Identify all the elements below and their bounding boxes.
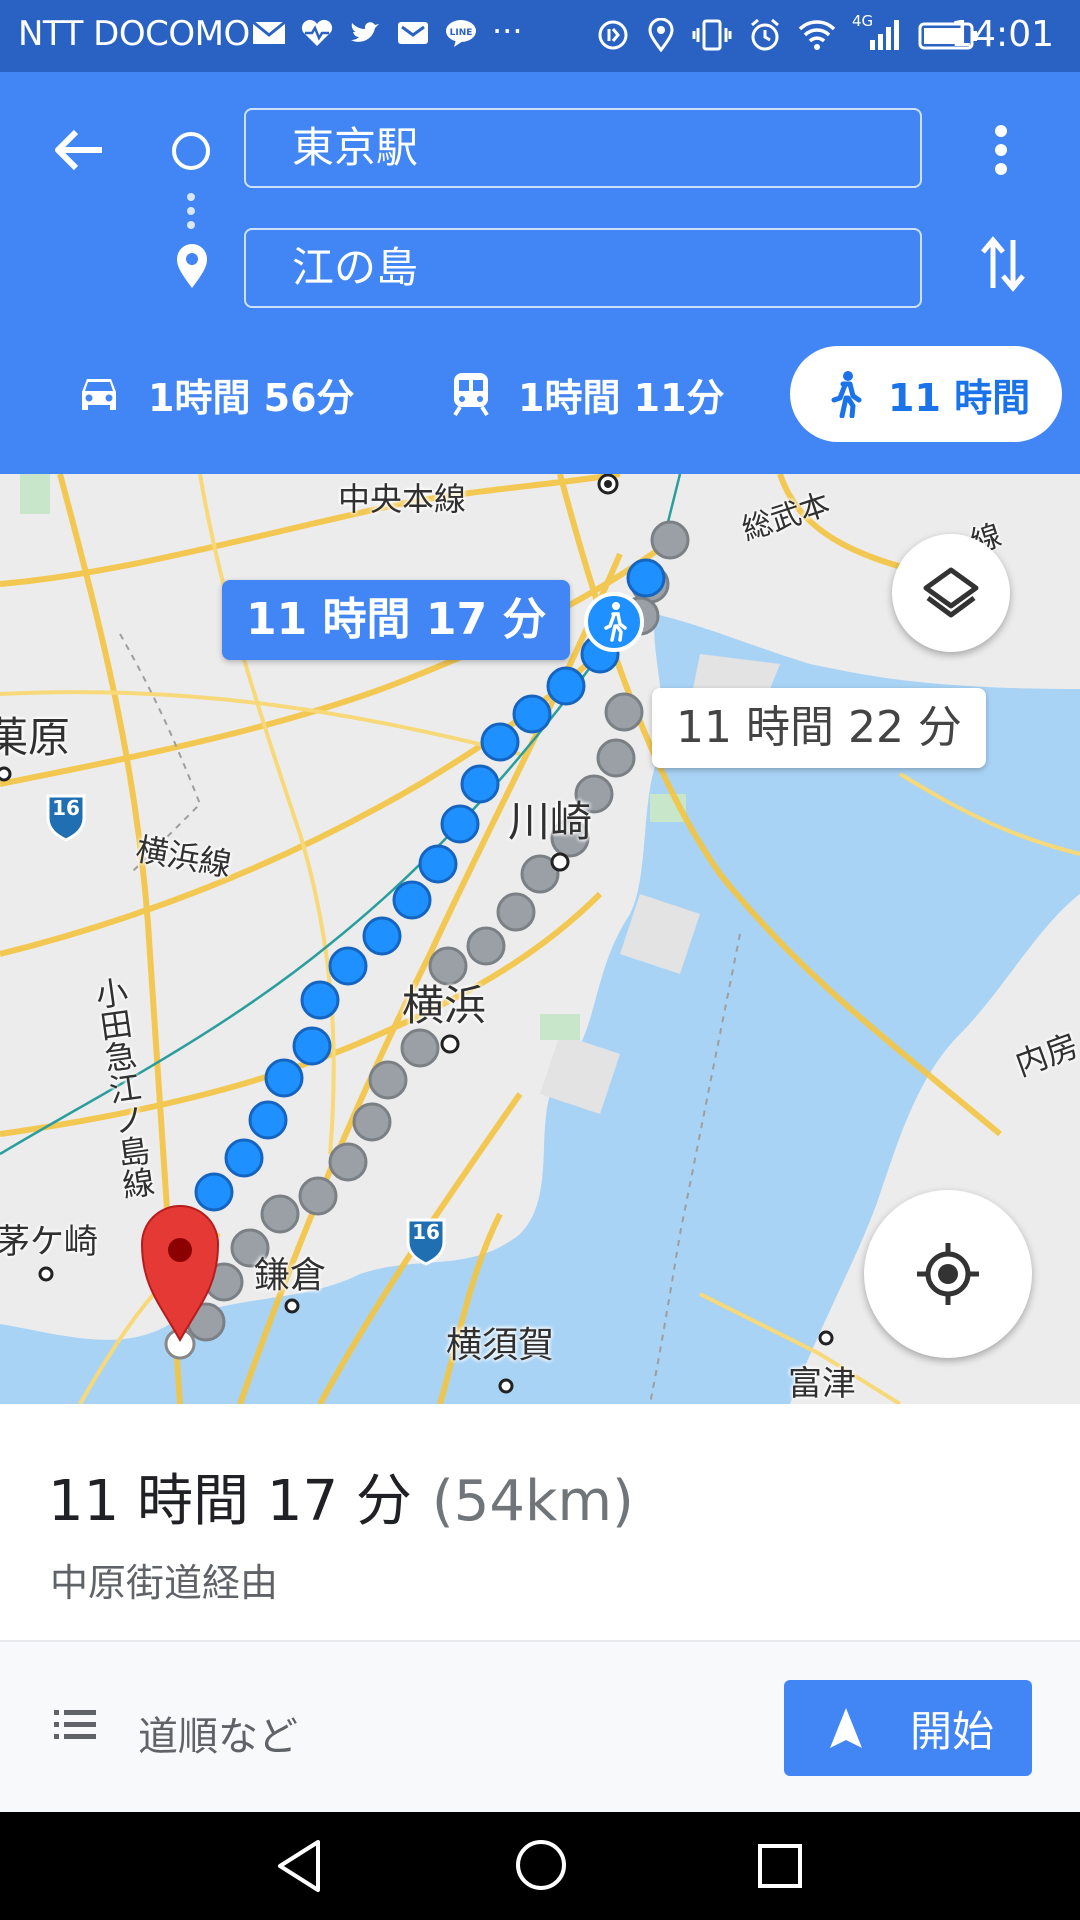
mode-walk-tab[interactable]: 11 時間 [790,346,1062,442]
map-label-chigasaki: 茅ケ崎 [0,1222,98,1262]
navigation-arrow-icon [830,1708,862,1748]
directions-header: 東京駅 江の島 1時間 56分 1時間 11分 11 時間 [0,72,1080,474]
mode-transit-duration: 1時間 11分 [518,375,725,420]
notification-icons: LINE ··· [252,12,523,50]
map-label-yokohama: 横浜 [402,981,487,1030]
route-duration: 11 時間 17 分 [48,1469,412,1534]
layers-button[interactable] [892,534,1010,652]
start-navigation-button[interactable]: 開始 [784,1680,1032,1776]
route-dots-icon [187,193,195,229]
origin-circle-icon [172,132,210,170]
nav-recents-icon[interactable] [756,1842,804,1890]
health-icon [301,19,333,46]
more-notifications: ··· [492,12,523,50]
map-label-hara: 菓原 [0,713,71,762]
car-icon [82,379,116,410]
vibrate-icon [692,19,732,51]
primary-route-callout[interactable]: 11 時間 17 分 [222,580,571,660]
location-icon [648,18,674,52]
steps-label[interactable]: 道順など [138,1704,298,1762]
list-icon [54,1710,96,1739]
my-location-icon [917,1243,979,1305]
start-label: 開始 [910,1706,995,1756]
layers-icon [923,567,979,618]
route-16-label-b: 16 [412,1220,440,1244]
alarm-icon [751,18,779,51]
alternate-route-callout[interactable]: 11 時間 22 分 [652,688,986,768]
back-arrow-icon[interactable] [52,128,104,172]
route-via: 中原街道経由 [50,1561,279,1605]
map-label-chuo-line: 中央本線 [338,480,467,518]
my-location-button[interactable] [864,1190,1032,1358]
map-label-kawasaki: 川崎 [508,797,593,846]
map-label-kamakura: 鎌倉 [254,1255,327,1296]
nav-back-icon[interactable] [274,1838,324,1894]
twitter-icon [351,22,379,42]
system-icons: 4G [596,12,980,52]
walk-icon [831,371,862,418]
svg-text:LINE: LINE [450,28,473,38]
more-options-icon[interactable] [988,124,1014,176]
wifi-icon [798,20,836,50]
route-distance: (54km) [431,1469,634,1534]
status-bar: NTT DOCOMO LINE ··· 4G 14:01 [0,0,1080,72]
mode-transit-tab[interactable]: 1時間 11分 [450,346,725,442]
mode-walk-duration: 11 時間 [888,375,1031,420]
map-label-futtsu: 富津 [788,1364,856,1404]
train-icon [453,373,489,417]
mode-drive-duration: 1時間 56分 [148,375,355,420]
signal-icon [870,20,899,50]
route-duration-row: 11 時間 17 分 (54km) [48,1456,634,1537]
mail-icon [252,20,286,44]
nav-home-icon[interactable] [514,1838,568,1892]
data-saver-icon [598,20,628,50]
map-view[interactable]: 16 16 中央本線 総武本 線 菓原 横浜線 川崎 横浜 小田急江ノ島線 茅ケ… [0,474,1080,1404]
destination-pin-icon [177,244,207,288]
route-16-label-a: 16 [52,796,80,820]
clock: 14:01 [950,14,1054,55]
mode-drive-tab[interactable]: 1時間 56分 [76,346,355,442]
action-bar: 道順など 開始 [0,1640,1080,1812]
route-summary[interactable]: 11 時間 17 分 (54km) 中原街道経由 [0,1404,1080,1640]
origin-input[interactable]: 東京駅 [244,108,922,188]
destination-input[interactable]: 江の島 [244,228,922,308]
signal-strength: 4G [852,12,902,52]
system-nav-bar [0,1812,1080,1920]
map-label-yokosuka: 横須賀 [446,1325,555,1366]
route-walk-marker [584,592,644,652]
message-icon [398,22,428,44]
swap-icon[interactable] [980,236,1026,292]
line-icon: LINE [446,20,476,47]
carrier-name: NTT DOCOMO [18,14,250,54]
